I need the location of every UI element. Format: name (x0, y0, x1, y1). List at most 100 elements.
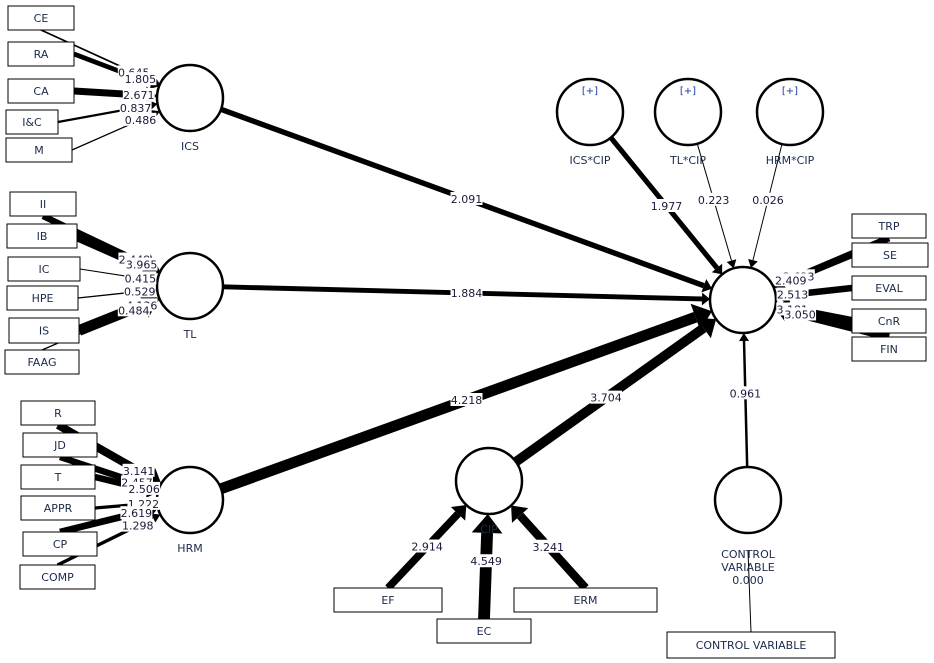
expand-icon[interactable]: [+] (680, 86, 696, 97)
construct-cv[interactable]: CONTROL VARIABLE0.000 (713, 465, 783, 587)
indicator-ec[interactable]: EC (436, 618, 532, 644)
indicator-ef[interactable]: EF (333, 587, 443, 613)
path-hrm-dv-coefficient: 4.218 (450, 393, 483, 407)
svg-text:RA: RA (34, 48, 49, 61)
indicator-ic2[interactable]: I&C (5, 109, 59, 135)
construct-circle[interactable] (713, 465, 783, 535)
path-cv-dv-coefficient: 0.961 (729, 386, 762, 400)
svg-text:FAAG: FAAG (27, 356, 56, 369)
svg-text:TRP: TRP (878, 220, 900, 233)
indicator-ra-coefficient: 1.805 (124, 72, 157, 86)
svg-text:2.506: 2.506 (128, 483, 160, 496)
indicator-trp[interactable]: TRP (851, 213, 927, 239)
construct-label: HRM (177, 542, 202, 555)
indicator-ec-line[interactable] (478, 532, 494, 620)
expand-icon[interactable]: [+] (582, 86, 598, 97)
svg-text:1.884: 1.884 (451, 287, 483, 300)
indicator-erm[interactable]: ERM (513, 587, 658, 613)
indicator-fin-coefficient: 3.050 (784, 307, 817, 321)
indicator-cp-coefficient: 2.619 (120, 506, 153, 520)
svg-text:0.529: 0.529 (124, 285, 156, 298)
svg-text:2.091: 2.091 (451, 193, 483, 206)
svg-text:0.026: 0.026 (752, 194, 784, 207)
svg-text:COMP: COMP (41, 571, 74, 584)
svg-text:4.218: 4.218 (451, 394, 483, 407)
svg-text:ERM: ERM (573, 594, 597, 607)
indicator-comp-coefficient: 1.298 (121, 518, 154, 533)
svg-text:FIN: FIN (880, 343, 898, 356)
construct-hrmxcip[interactable]: [+] HRM*CIP (755, 77, 825, 167)
path-hrmxcip-dv-coefficient: 0.026 (752, 192, 785, 207)
indicator-se[interactable]: SE (851, 242, 929, 268)
indicator-ib-coefficient: 3.965 (125, 257, 158, 272)
svg-text:2.914: 2.914 (411, 540, 443, 553)
svg-text:EVAL: EVAL (875, 282, 903, 295)
construct-label: ICS (181, 140, 199, 153)
svg-text:0.415: 0.415 (125, 272, 157, 285)
svg-text:CnR: CnR (878, 315, 901, 328)
indicator-cvi[interactable]: CONTROL VARIABLE (666, 631, 836, 659)
indicator-ic2-coefficient: 0.837 (119, 100, 152, 115)
indicator-faag[interactable]: FAAG (4, 349, 80, 375)
indicator-ce[interactable]: CE (7, 5, 75, 31)
construct-label: ICS*CIP (570, 154, 611, 167)
svg-text:CONTROL VARIABLE: CONTROL VARIABLE (696, 639, 807, 652)
path-cip-dv-coefficient: 3.704 (589, 390, 622, 405)
construct-circle[interactable] (155, 251, 225, 321)
svg-text:EC: EC (477, 625, 492, 638)
indicator-ii[interactable]: II (9, 191, 77, 217)
svg-text:0.484: 0.484 (118, 304, 150, 317)
indicator-comp[interactable]: COMP (19, 564, 96, 590)
path-tlxcip-dv-coefficient: 0.223 (697, 192, 730, 207)
construct-hrm[interactable]: HRM (155, 465, 225, 555)
svg-text:4.549: 4.549 (470, 555, 502, 568)
indicator-hpe[interactable]: HPE (6, 285, 79, 311)
indicator-eval[interactable]: EVAL (851, 275, 927, 301)
svg-text:1.805: 1.805 (125, 73, 157, 86)
svg-text:0.961: 0.961 (730, 387, 762, 400)
indicator-erm-coefficient: 3.241 (532, 539, 565, 554)
construct-tl[interactable]: TL (155, 251, 225, 341)
svg-text:3.704: 3.704 (590, 392, 622, 405)
svg-text:CE: CE (34, 12, 49, 25)
construct-circle[interactable] (708, 265, 778, 335)
svg-text:1.298: 1.298 (122, 520, 154, 533)
indicator-ib[interactable]: IB (6, 223, 78, 249)
indicator-m-coefficient: 0.486 (124, 112, 157, 127)
indicator-cp[interactable]: CP (22, 531, 98, 557)
construct-circle[interactable] (454, 446, 524, 516)
construct-tlxcip[interactable]: [+] TL*CIP (653, 77, 723, 167)
indicator-is[interactable]: IS (8, 317, 80, 344)
construct-circle[interactable] (155, 465, 225, 535)
indicator-t[interactable]: T (20, 464, 96, 490)
indicator-m[interactable]: M (5, 137, 73, 163)
construct-cip[interactable]: CIP (454, 446, 524, 536)
svg-text:R: R (54, 407, 62, 420)
path-cv-dv-line[interactable] (742, 340, 749, 468)
svg-text:EF: EF (381, 594, 394, 607)
construct-ics[interactable]: ICS (155, 63, 225, 153)
indicator-ra[interactable]: RA (7, 41, 75, 67)
construct-circle[interactable] (155, 63, 225, 133)
svg-text:2.671: 2.671 (123, 89, 155, 102)
path-model-canvas: CE RA CA I&C M II IB IC HPE IS FAAG R JD T APPR CP COMP T… (0, 0, 934, 663)
indicator-ca[interactable]: CA (7, 78, 75, 104)
indicator-se-coefficient: 2.409 (774, 273, 807, 287)
svg-text:JD: JD (53, 439, 66, 452)
path-diagram: CE RA CA I&C M II IB IC HPE IS FAAG R JD T APPR CP COMP T… (4, 5, 929, 659)
indicator-faag-coefficient: 0.484 (117, 303, 150, 317)
path-ics-dv-coefficient: 2.091 (450, 192, 483, 206)
path-icsxcip-dv-coefficient: 1.977 (650, 199, 683, 213)
indicator-r[interactable]: R (20, 400, 96, 426)
indicator-jd[interactable]: JD (22, 432, 98, 458)
construct-icsxcip[interactable]: [+] ICS*CIP (555, 77, 625, 167)
expand-icon[interactable]: [+] (782, 86, 798, 97)
svg-text:CP: CP (53, 538, 68, 551)
indicator-ic[interactable]: IC (7, 256, 81, 282)
indicator-cnr[interactable]: CnR (851, 308, 927, 334)
indicator-appr[interactable]: APPR (20, 495, 96, 521)
construct-label: TL*CIP (669, 154, 706, 167)
indicator-t-coefficient: 2.506 (128, 481, 161, 496)
indicator-fin[interactable]: FIN (851, 336, 927, 362)
construct-dv[interactable] (708, 265, 778, 335)
